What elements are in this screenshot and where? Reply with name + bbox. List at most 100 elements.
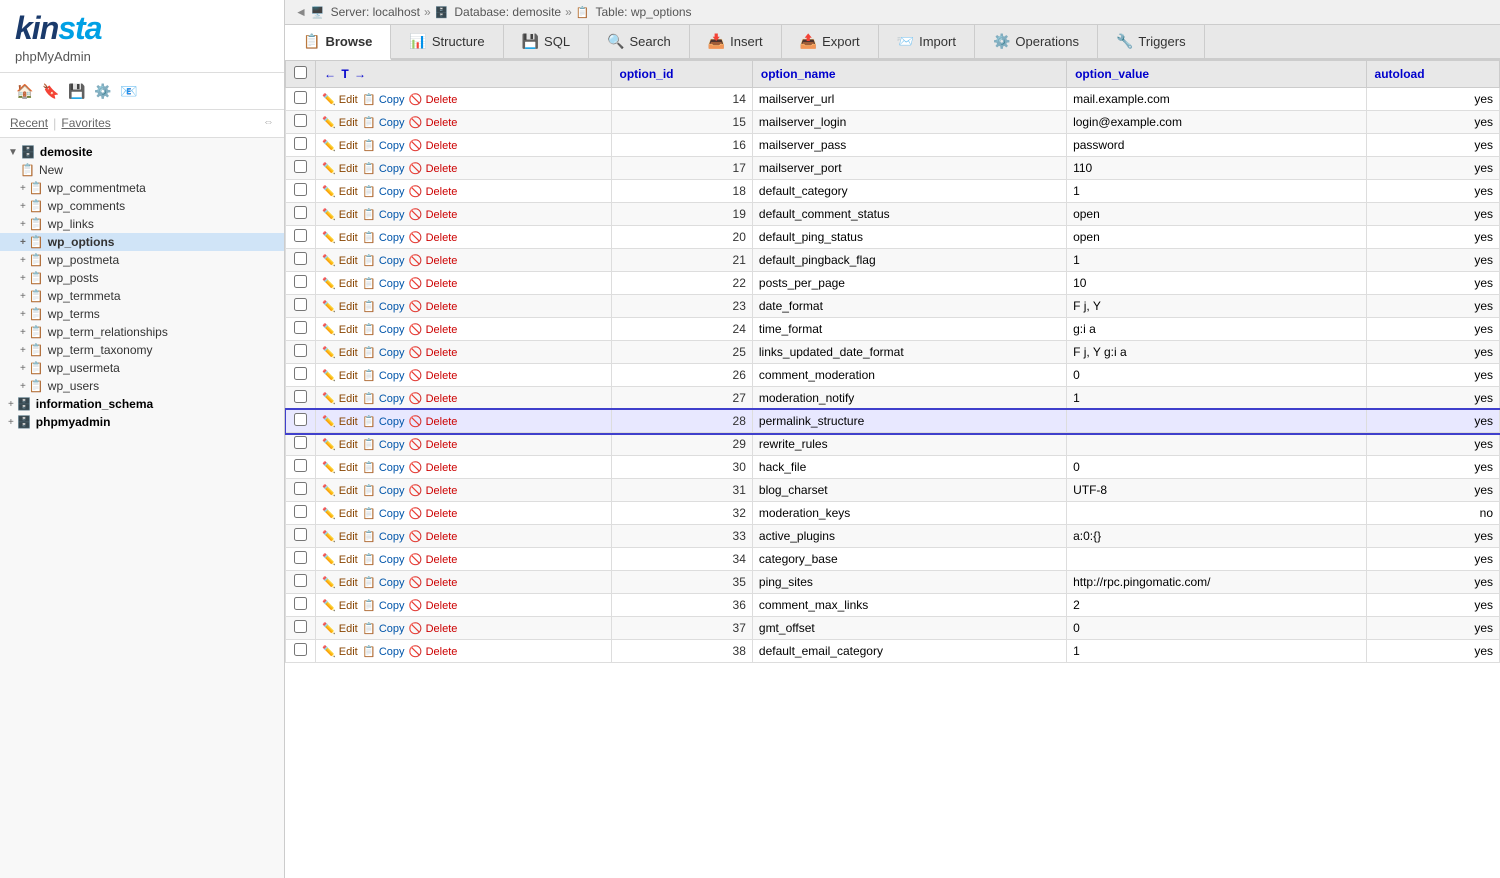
edit-button[interactable]: ✏️ Edit [322,232,358,244]
col-header-option-id[interactable]: option_id [611,61,752,88]
edit-button[interactable]: ✏️ Edit [322,646,358,658]
sidebar-item-wp-usermeta[interactable]: + 📋 wp_usermeta [0,359,284,377]
delete-button[interactable]: 🚫 Delete [409,140,458,152]
sidebar-item-wp-posts[interactable]: + 📋 wp_posts [0,269,284,287]
row-checkbox[interactable] [294,574,307,587]
copy-button[interactable]: 📋 Copy [362,393,404,405]
copy-button[interactable]: 📋 Copy [362,439,404,451]
tab-browse[interactable]: 📋 Browse [285,25,391,60]
row-checkbox[interactable] [294,137,307,150]
row-checkbox[interactable] [294,643,307,656]
copy-button[interactable]: 📋 Copy [362,554,404,566]
copy-button[interactable]: 📋 Copy [362,370,404,382]
copy-button[interactable]: 📋 Copy [362,301,404,313]
edit-button[interactable]: ✏️ Edit [322,485,358,497]
edit-button[interactable]: ✏️ Edit [322,163,358,175]
col-header-autoload[interactable]: autoload [1366,61,1499,88]
row-checkbox[interactable] [294,114,307,127]
tab-export[interactable]: 📤 Export [782,25,879,58]
delete-button[interactable]: 🚫 Delete [409,94,458,106]
sidebar-item-wp-users[interactable]: + 📋 wp_users [0,377,284,395]
edit-button[interactable]: ✏️ Edit [322,301,358,313]
copy-button[interactable]: 📋 Copy [362,94,404,106]
copy-button[interactable]: 📋 Copy [362,186,404,198]
edit-button[interactable]: ✏️ Edit [322,393,358,405]
copy-button[interactable]: 📋 Copy [362,232,404,244]
edit-button[interactable]: ✏️ Edit [322,531,358,543]
delete-button[interactable]: 🚫 Delete [409,347,458,359]
save-icon[interactable]: 💾 [67,81,87,101]
tab-sql[interactable]: 💾 SQL [504,25,589,58]
copy-button[interactable]: 📋 Copy [362,140,404,152]
tab-insert[interactable]: 📥 Insert [690,25,782,58]
sidebar-item-demosite[interactable]: ▼ 🗄️ demosite [0,143,284,161]
sidebar-item-wp-term-relationships[interactable]: + 📋 wp_term_relationships [0,323,284,341]
sidebar-item-new[interactable]: 📋 New [0,161,284,179]
row-checkbox[interactable] [294,459,307,472]
gear-icon[interactable]: ⚙️ [93,81,113,101]
bookmark-icon[interactable]: 🔖 [41,81,61,101]
tab-search[interactable]: 🔍 Search [589,25,690,58]
delete-button[interactable]: 🚫 Delete [409,439,458,451]
edit-button[interactable]: ✏️ Edit [322,600,358,612]
copy-button[interactable]: 📋 Copy [362,462,404,474]
email-icon[interactable]: 📧 [119,81,139,101]
delete-button[interactable]: 🚫 Delete [409,485,458,497]
sidebar-item-wp-term-taxonomy[interactable]: + 📋 wp_term_taxonomy [0,341,284,359]
delete-button[interactable]: 🚫 Delete [409,531,458,543]
delete-button[interactable]: 🚫 Delete [409,278,458,290]
toolbar-check[interactable]: T [341,67,348,81]
delete-button[interactable]: 🚫 Delete [409,462,458,474]
edit-button[interactable]: ✏️ Edit [322,347,358,359]
row-checkbox[interactable] [294,413,307,426]
copy-button[interactable]: 📋 Copy [362,117,404,129]
copy-button[interactable]: 📋 Copy [362,255,404,267]
delete-button[interactable]: 🚫 Delete [409,255,458,267]
edit-button[interactable]: ✏️ Edit [322,255,358,267]
favorites-link[interactable]: Favorites [61,116,110,131]
row-checkbox[interactable] [294,252,307,265]
sidebar-item-wp-links[interactable]: + 📋 wp_links [0,215,284,233]
sidebar-item-wp-commentmeta[interactable]: + 📋 wp_commentmeta [0,179,284,197]
delete-button[interactable]: 🚫 Delete [409,324,458,336]
delete-button[interactable]: 🚫 Delete [409,301,458,313]
sidebar-item-wp-terms[interactable]: + 📋 wp_terms [0,305,284,323]
edit-button[interactable]: ✏️ Edit [322,209,358,221]
row-checkbox[interactable] [294,298,307,311]
edit-button[interactable]: ✏️ Edit [322,416,358,428]
edit-button[interactable]: ✏️ Edit [322,508,358,520]
delete-button[interactable]: 🚫 Delete [409,186,458,198]
edit-button[interactable]: ✏️ Edit [322,186,358,198]
copy-button[interactable]: 📋 Copy [362,324,404,336]
copy-button[interactable]: 📋 Copy [362,600,404,612]
row-checkbox[interactable] [294,528,307,541]
row-checkbox[interactable] [294,183,307,196]
edit-button[interactable]: ✏️ Edit [322,370,358,382]
col-header-option-value[interactable]: option_value [1067,61,1366,88]
edit-button[interactable]: ✏️ Edit [322,577,358,589]
home-icon[interactable]: 🏠 [15,81,35,101]
copy-button[interactable]: 📋 Copy [362,278,404,290]
edit-button[interactable]: ✏️ Edit [322,462,358,474]
row-checkbox[interactable] [294,344,307,357]
delete-button[interactable]: 🚫 Delete [409,577,458,589]
delete-button[interactable]: 🚫 Delete [409,163,458,175]
row-checkbox[interactable] [294,91,307,104]
edit-button[interactable]: ✏️ Edit [322,117,358,129]
col-header-option-name[interactable]: option_name [752,61,1066,88]
delete-button[interactable]: 🚫 Delete [409,508,458,520]
copy-button[interactable]: 📋 Copy [362,416,404,428]
delete-button[interactable]: 🚫 Delete [409,623,458,635]
copy-button[interactable]: 📋 Copy [362,209,404,221]
delete-button[interactable]: 🚫 Delete [409,209,458,221]
row-checkbox[interactable] [294,321,307,334]
copy-button[interactable]: 📋 Copy [362,646,404,658]
delete-button[interactable]: 🚫 Delete [409,600,458,612]
tab-operations[interactable]: ⚙️ Operations [975,25,1098,58]
delete-button[interactable]: 🚫 Delete [409,416,458,428]
row-checkbox[interactable] [294,597,307,610]
row-checkbox[interactable] [294,229,307,242]
copy-button[interactable]: 📋 Copy [362,485,404,497]
tab-import[interactable]: 📨 Import [879,25,975,58]
edit-button[interactable]: ✏️ Edit [322,623,358,635]
